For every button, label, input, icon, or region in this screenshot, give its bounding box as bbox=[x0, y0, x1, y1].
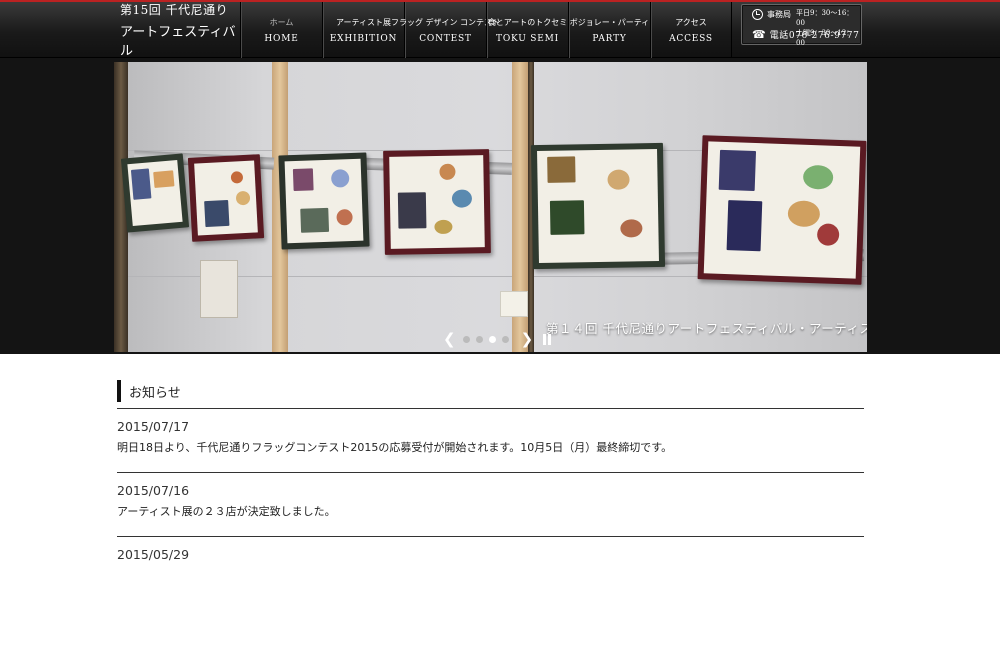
slider-controls: ❮ ❯ bbox=[443, 331, 553, 347]
nav-label-en: EXHIBITION bbox=[329, 33, 398, 44]
nav-label-jp: アーティスト展 bbox=[335, 17, 392, 27]
nav-item-home[interactable]: ホーム HOME bbox=[240, 2, 322, 58]
news-text: アーティスト展の２３店が決定致しました。 bbox=[117, 505, 336, 518]
slide-dot-1[interactable] bbox=[462, 335, 470, 343]
news-heading: お知らせ bbox=[117, 380, 864, 402]
news-date: 2015/07/17 bbox=[117, 419, 190, 434]
prev-slide-button[interactable]: ❮ bbox=[443, 331, 456, 347]
nav-item-contest[interactable]: フラッグ デザイン コンテスト CONTEST bbox=[391, 2, 500, 58]
main-nav: ホーム HOME アーティスト展 EXHIBITION フラッグ デザイン コン… bbox=[240, 2, 732, 58]
nav-label-en: CONTEST bbox=[419, 33, 472, 44]
slide-caption: 第１４回 千代尼通りアートフェスティバル・アーティスト展 bbox=[546, 321, 867, 336]
clock-icon bbox=[752, 9, 763, 20]
next-slide-button[interactable]: ❯ bbox=[521, 331, 534, 347]
nav-item-access[interactable]: アクセス ACCESS bbox=[650, 2, 732, 58]
nav-label-jp: ボジョレー・パーティ bbox=[569, 17, 650, 27]
phone-number[interactable]: 電話076-276-9777 bbox=[770, 28, 860, 41]
nav-label-en: TOKU SEMI bbox=[496, 33, 559, 44]
hours-weekday: 平日9：30〜16：00 bbox=[796, 9, 854, 27]
contact-box: 事務局 平日9：30〜16：00 土曜9：30〜12：00 ☎ 電話076-27… bbox=[741, 4, 862, 47]
nav-label-en: PARTY bbox=[592, 33, 627, 44]
nav-label-en: ACCESS bbox=[669, 33, 713, 44]
phone-row: ☎ 電話076-276-9777 bbox=[752, 28, 859, 41]
news-section: お知らせ 2015/07/17 明日18日より、千代尼通りフラッグコンテスト20… bbox=[117, 380, 864, 567]
slide-pager bbox=[462, 335, 515, 343]
pause-icon[interactable] bbox=[543, 333, 553, 345]
slide-dot-4[interactable] bbox=[501, 335, 509, 343]
slide-dot-3[interactable] bbox=[488, 335, 496, 343]
nav-label-jp: フラッグ デザイン コンテスト bbox=[390, 17, 501, 27]
news-item: 2015/05/29 bbox=[117, 537, 864, 567]
nav-item-toku-semi[interactable]: 食とアートのトクセミ TOKU SEMI bbox=[486, 2, 568, 58]
nav-label-jp: ホーム bbox=[269, 17, 294, 27]
nav-label-en: HOME bbox=[264, 33, 299, 44]
nav-item-party[interactable]: ボジョレー・パーティ PARTY bbox=[568, 2, 650, 58]
nav-label-jp: アクセス bbox=[675, 17, 707, 27]
news-date: 2015/05/29 bbox=[117, 547, 190, 562]
slide-dot-2[interactable] bbox=[475, 335, 483, 343]
logo-line-1: 第15回 千代尼通り bbox=[120, 3, 229, 17]
office-hours-row: 事務局 bbox=[752, 9, 791, 20]
site-logo[interactable]: 第15回 千代尼通り アートフェスティバル bbox=[112, 2, 240, 59]
news-item: 2015/07/16 アーティスト展の２３店が決定致しました。 bbox=[117, 473, 864, 536]
news-text: 明日18日より、千代尼通りフラッグコンテスト2015の応募受付が開始されます。1… bbox=[117, 441, 673, 454]
news-date: 2015/07/16 bbox=[117, 483, 190, 498]
nav-item-exhibition[interactable]: アーティスト展 EXHIBITION bbox=[322, 2, 404, 58]
nav-label-jp: 食とアートのトクセミ bbox=[487, 17, 568, 27]
office-label: 事務局 bbox=[767, 10, 791, 19]
news-item: 2015/07/17 明日18日より、千代尼通りフラッグコンテスト2015の応募… bbox=[117, 409, 864, 472]
slide-image: 第１４回 千代尼通りアートフェスティバル・アーティスト展 bbox=[114, 62, 867, 352]
site-header: 第15回 千代尼通り アートフェスティバル ホーム HOME アーティスト展 E… bbox=[0, 0, 1000, 59]
logo-line-2: アートフェスティバル bbox=[120, 25, 236, 59]
telephone-icon: ☎ bbox=[752, 27, 766, 41]
